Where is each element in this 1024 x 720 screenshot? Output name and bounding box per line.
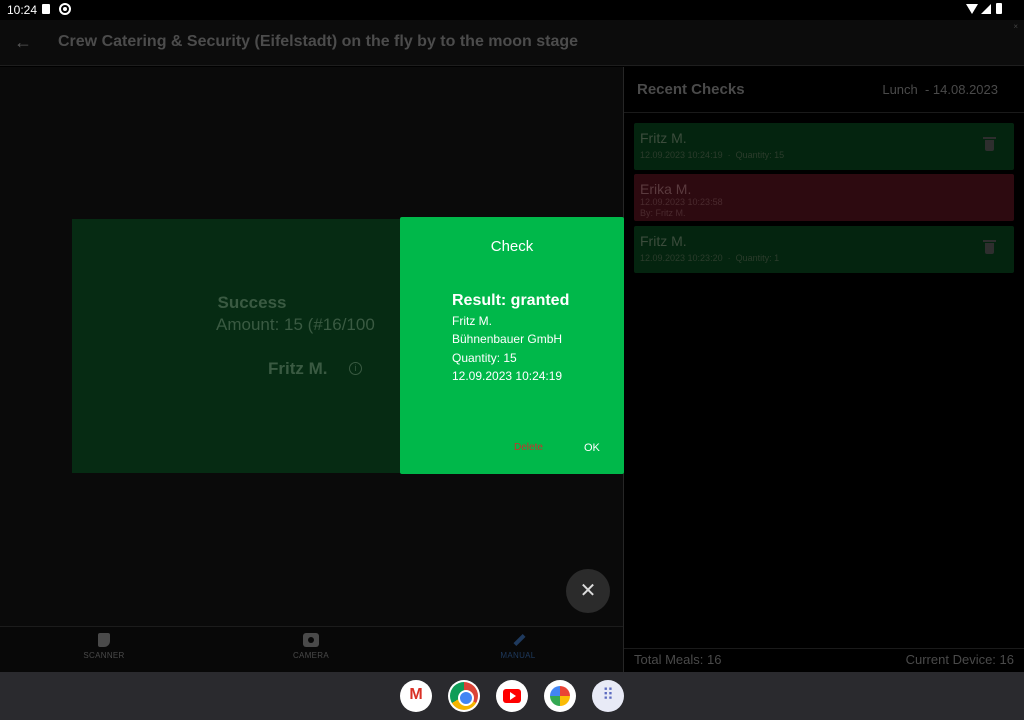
dialog-quantity: Quantity: 15: [452, 351, 517, 365]
check-name: Fritz M.: [640, 130, 687, 146]
nav-scanner-label: SCANNER: [83, 651, 125, 660]
recent-checks-header: Recent Checks Lunch - 14.08.2023: [624, 67, 1024, 113]
meal-label: Lunch - 14.08.2023: [882, 82, 998, 97]
delete-button[interactable]: Delete: [514, 442, 543, 453]
current-device: Current Device: 16: [905, 652, 1014, 667]
trash-icon[interactable]: [983, 240, 996, 254]
app-drawer-icon[interactable]: [592, 680, 624, 712]
battery-icon: [996, 3, 1002, 14]
check-by: By: Fritz M.: [640, 208, 686, 218]
result-card: Success Amount: 15 (#16/100 Fritz M. i: [72, 219, 432, 473]
check-meta: 12.09.2023 10:23:58: [640, 197, 723, 207]
app-bar: ← Crew Catering & Security (Eifelstadt) …: [0, 20, 1024, 66]
dialog-name: Fritz M.: [452, 314, 492, 328]
check-list-item[interactable]: Erika M. 12.09.2023 10:23:58 By: Fritz M…: [634, 174, 1014, 221]
youtube-icon[interactable]: [496, 680, 528, 712]
page-title: Crew Catering & Security (Eifelstadt) on…: [58, 33, 579, 50]
dialog-company: Bühnenbauer GmbH: [452, 332, 563, 346]
recent-checks-footer: Total Meals: 16 Current Device: 16: [624, 648, 1024, 672]
check-dialog: Check Result: granted Fritz M. Bühnenbau…: [400, 217, 624, 474]
camera-icon: [303, 633, 319, 647]
taskbar: [0, 672, 1024, 720]
bottom-navigation: SCANNER CAMERA MANUAL: [0, 626, 623, 672]
total-meals: Total Meals: 16: [634, 652, 722, 667]
result-amount: Amount: 15 (#16/100: [216, 315, 375, 334]
recent-checks-pane: Recent Checks Lunch - 14.08.2023 Fritz M…: [624, 67, 1024, 672]
gmail-icon[interactable]: [400, 680, 432, 712]
ok-button[interactable]: OK: [584, 442, 600, 454]
result-status: Success: [217, 293, 287, 312]
check-name: Fritz M.: [640, 233, 687, 249]
nav-camera[interactable]: CAMERA: [251, 633, 371, 660]
photos-icon[interactable]: [544, 680, 576, 712]
result-person: Fritz M.: [268, 359, 328, 378]
check-list-item[interactable]: Fritz M. 12.09.2023 10:24:19 · Quantity:…: [634, 123, 1014, 170]
chrome-icon[interactable]: [448, 680, 480, 712]
check-name: Erika M.: [640, 181, 692, 197]
recent-checks-title: Recent Checks: [637, 81, 745, 98]
signal-icon: [981, 4, 991, 14]
check-meta: 12.09.2023 10:23:20 · Quantity: 1: [640, 253, 780, 263]
close-fab-button[interactable]: ✕: [566, 569, 610, 613]
nav-camera-label: CAMERA: [292, 651, 330, 660]
sd-card-icon: [42, 4, 50, 14]
nav-manual[interactable]: MANUAL: [458, 633, 578, 660]
settings-icon: [59, 3, 71, 15]
check-meta: 12.09.2023 10:24:19 · Quantity: 15: [640, 150, 785, 160]
dialog-result: Result: granted: [452, 292, 570, 309]
check-list-item[interactable]: Fritz M. 12.09.2023 10:23:20 · Quantity:…: [634, 226, 1014, 273]
dialog-title: Check: [490, 238, 534, 255]
corner-close-icon: ×: [1013, 22, 1018, 31]
scanner-icon: [98, 633, 110, 647]
dialog-timestamp: 12.09.2023 10:24:19: [452, 369, 563, 383]
nav-manual-label: MANUAL: [500, 651, 536, 660]
info-icon[interactable]: i: [349, 362, 362, 375]
wifi-icon: [966, 4, 978, 14]
back-arrow-icon[interactable]: ←: [12, 31, 34, 53]
trash-icon[interactable]: [983, 137, 996, 151]
nav-scanner[interactable]: SCANNER: [44, 633, 164, 660]
pencil-icon: [510, 633, 526, 647]
status-bar: 10:24: [0, 0, 1024, 20]
status-time: 10:24: [7, 3, 38, 17]
